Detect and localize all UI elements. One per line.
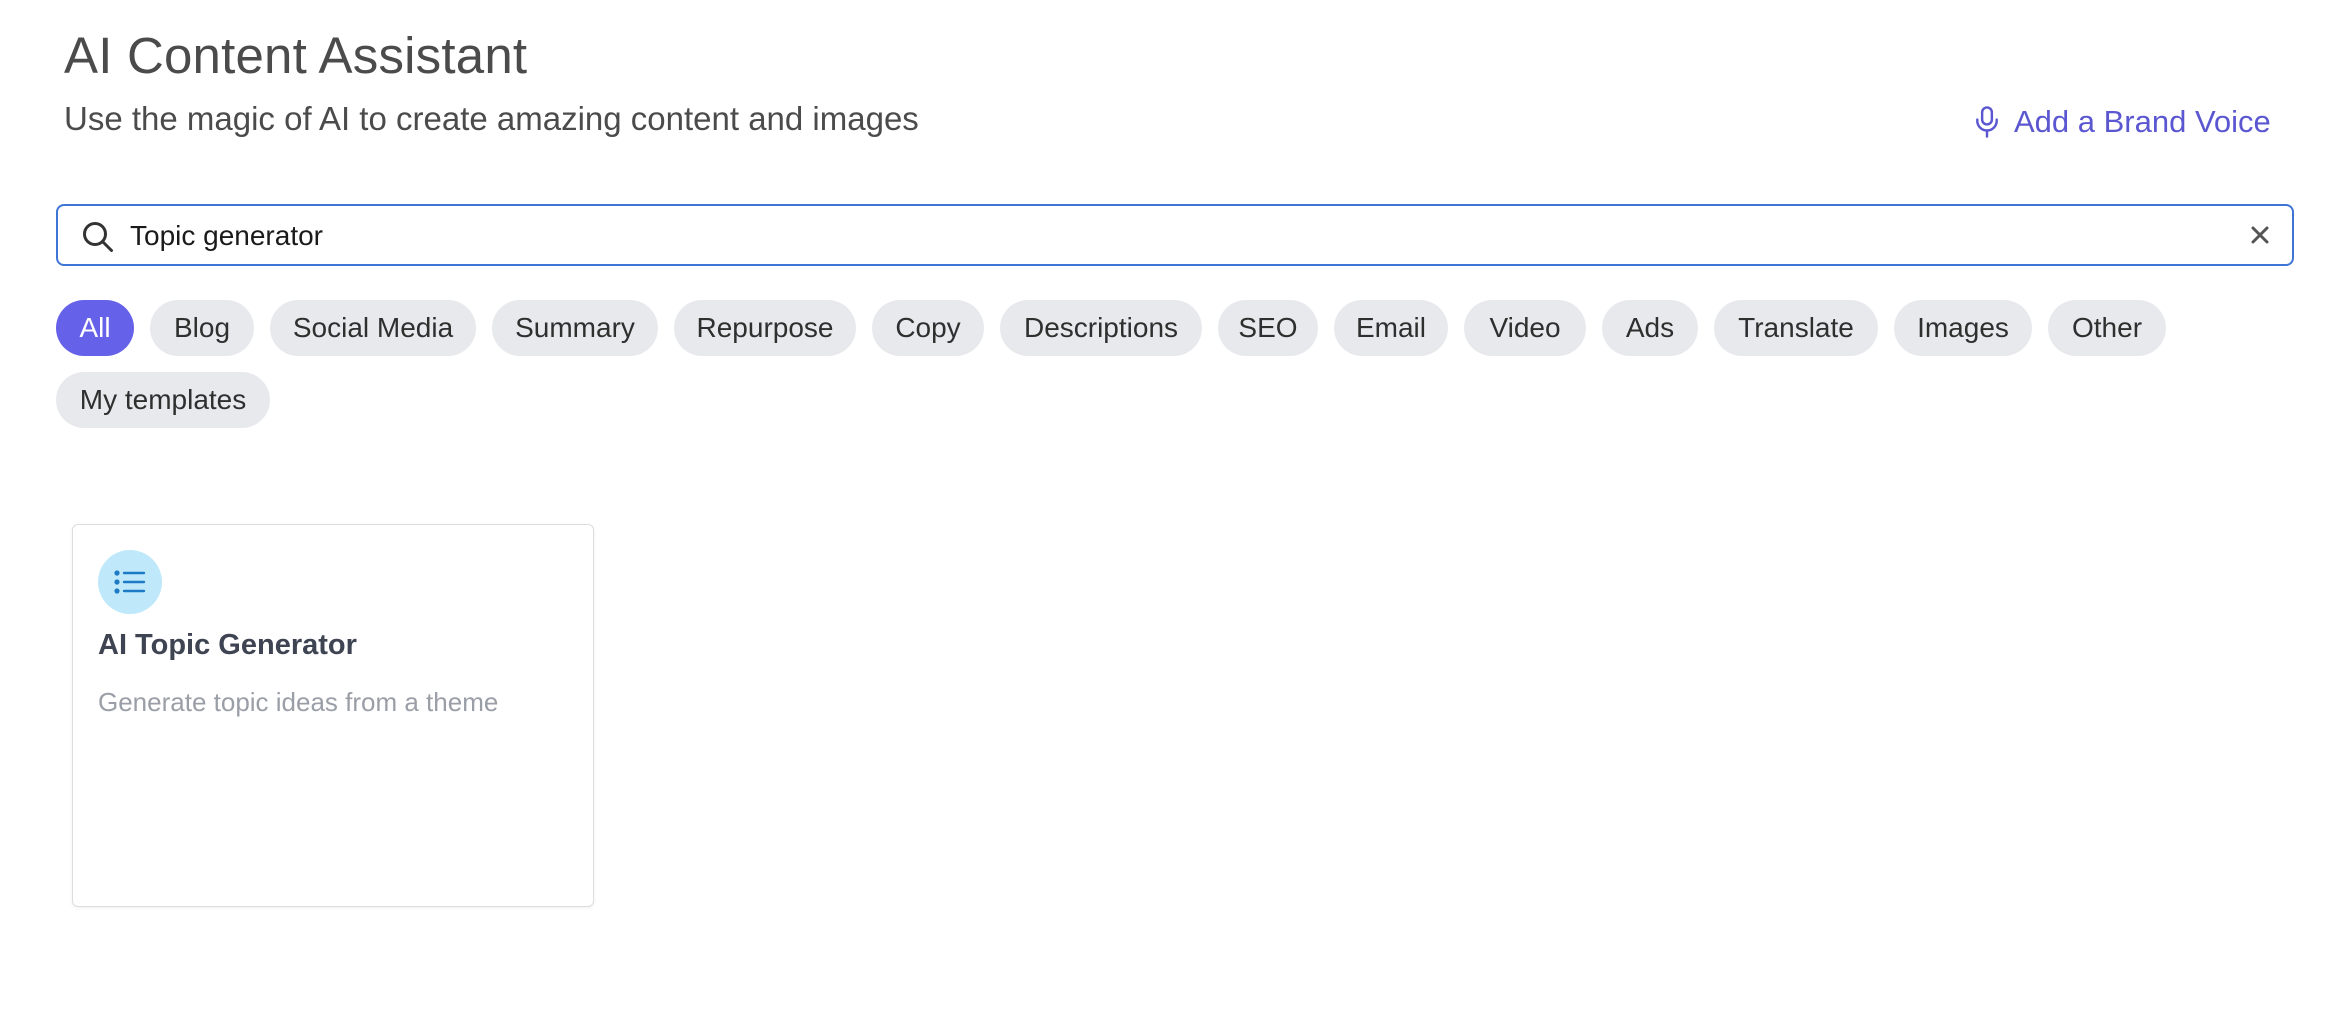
add-brand-voice-label: Add a Brand Voice <box>2014 104 2271 139</box>
filter-chip-descriptions[interactable]: Descriptions <box>1000 300 1202 356</box>
search-input[interactable] <box>130 216 2190 256</box>
filter-chip-repurpose[interactable]: Repurpose <box>674 300 856 356</box>
template-card-description: Generate topic ideas from a theme <box>98 687 499 717</box>
filter-chip-all[interactable]: All <box>56 300 134 356</box>
filter-chip-email[interactable]: Email <box>1334 300 1448 356</box>
list-icon <box>98 550 162 614</box>
search-box[interactable] <box>56 204 2294 266</box>
filter-chip-video[interactable]: Video <box>1464 300 1586 356</box>
filter-chip-seo[interactable]: SEO <box>1218 300 1318 356</box>
add-brand-voice-link[interactable]: Add a Brand Voice <box>1972 104 2271 140</box>
close-icon[interactable] <box>2248 223 2272 247</box>
filter-chip-images[interactable]: Images <box>1894 300 2032 356</box>
ai-content-assistant-page: AI Content Assistant Use the magic of AI… <box>0 0 2342 1022</box>
filter-chip-copy[interactable]: Copy <box>872 300 984 356</box>
template-card-title: AI Topic Generator <box>98 629 357 661</box>
page-subtitle: Use the magic of AI to create amazing co… <box>64 100 919 137</box>
filter-chip-translate[interactable]: Translate <box>1714 300 1878 356</box>
filter-chip-my-templates[interactable]: My templates <box>56 372 270 428</box>
filter-chip-ads[interactable]: Ads <box>1602 300 1698 356</box>
filter-chip-summary[interactable]: Summary <box>492 300 658 356</box>
search-icon <box>83 222 113 252</box>
page-title: AI Content Assistant <box>64 27 528 84</box>
filter-chip-other[interactable]: Other <box>2048 300 2166 356</box>
filter-chip-social-media[interactable]: Social Media <box>270 300 476 356</box>
template-card[interactable]: AI Topic Generator Generate topic ideas … <box>72 524 594 907</box>
microphone-icon <box>1976 106 1998 138</box>
filter-chip-blog[interactable]: Blog <box>150 300 254 356</box>
